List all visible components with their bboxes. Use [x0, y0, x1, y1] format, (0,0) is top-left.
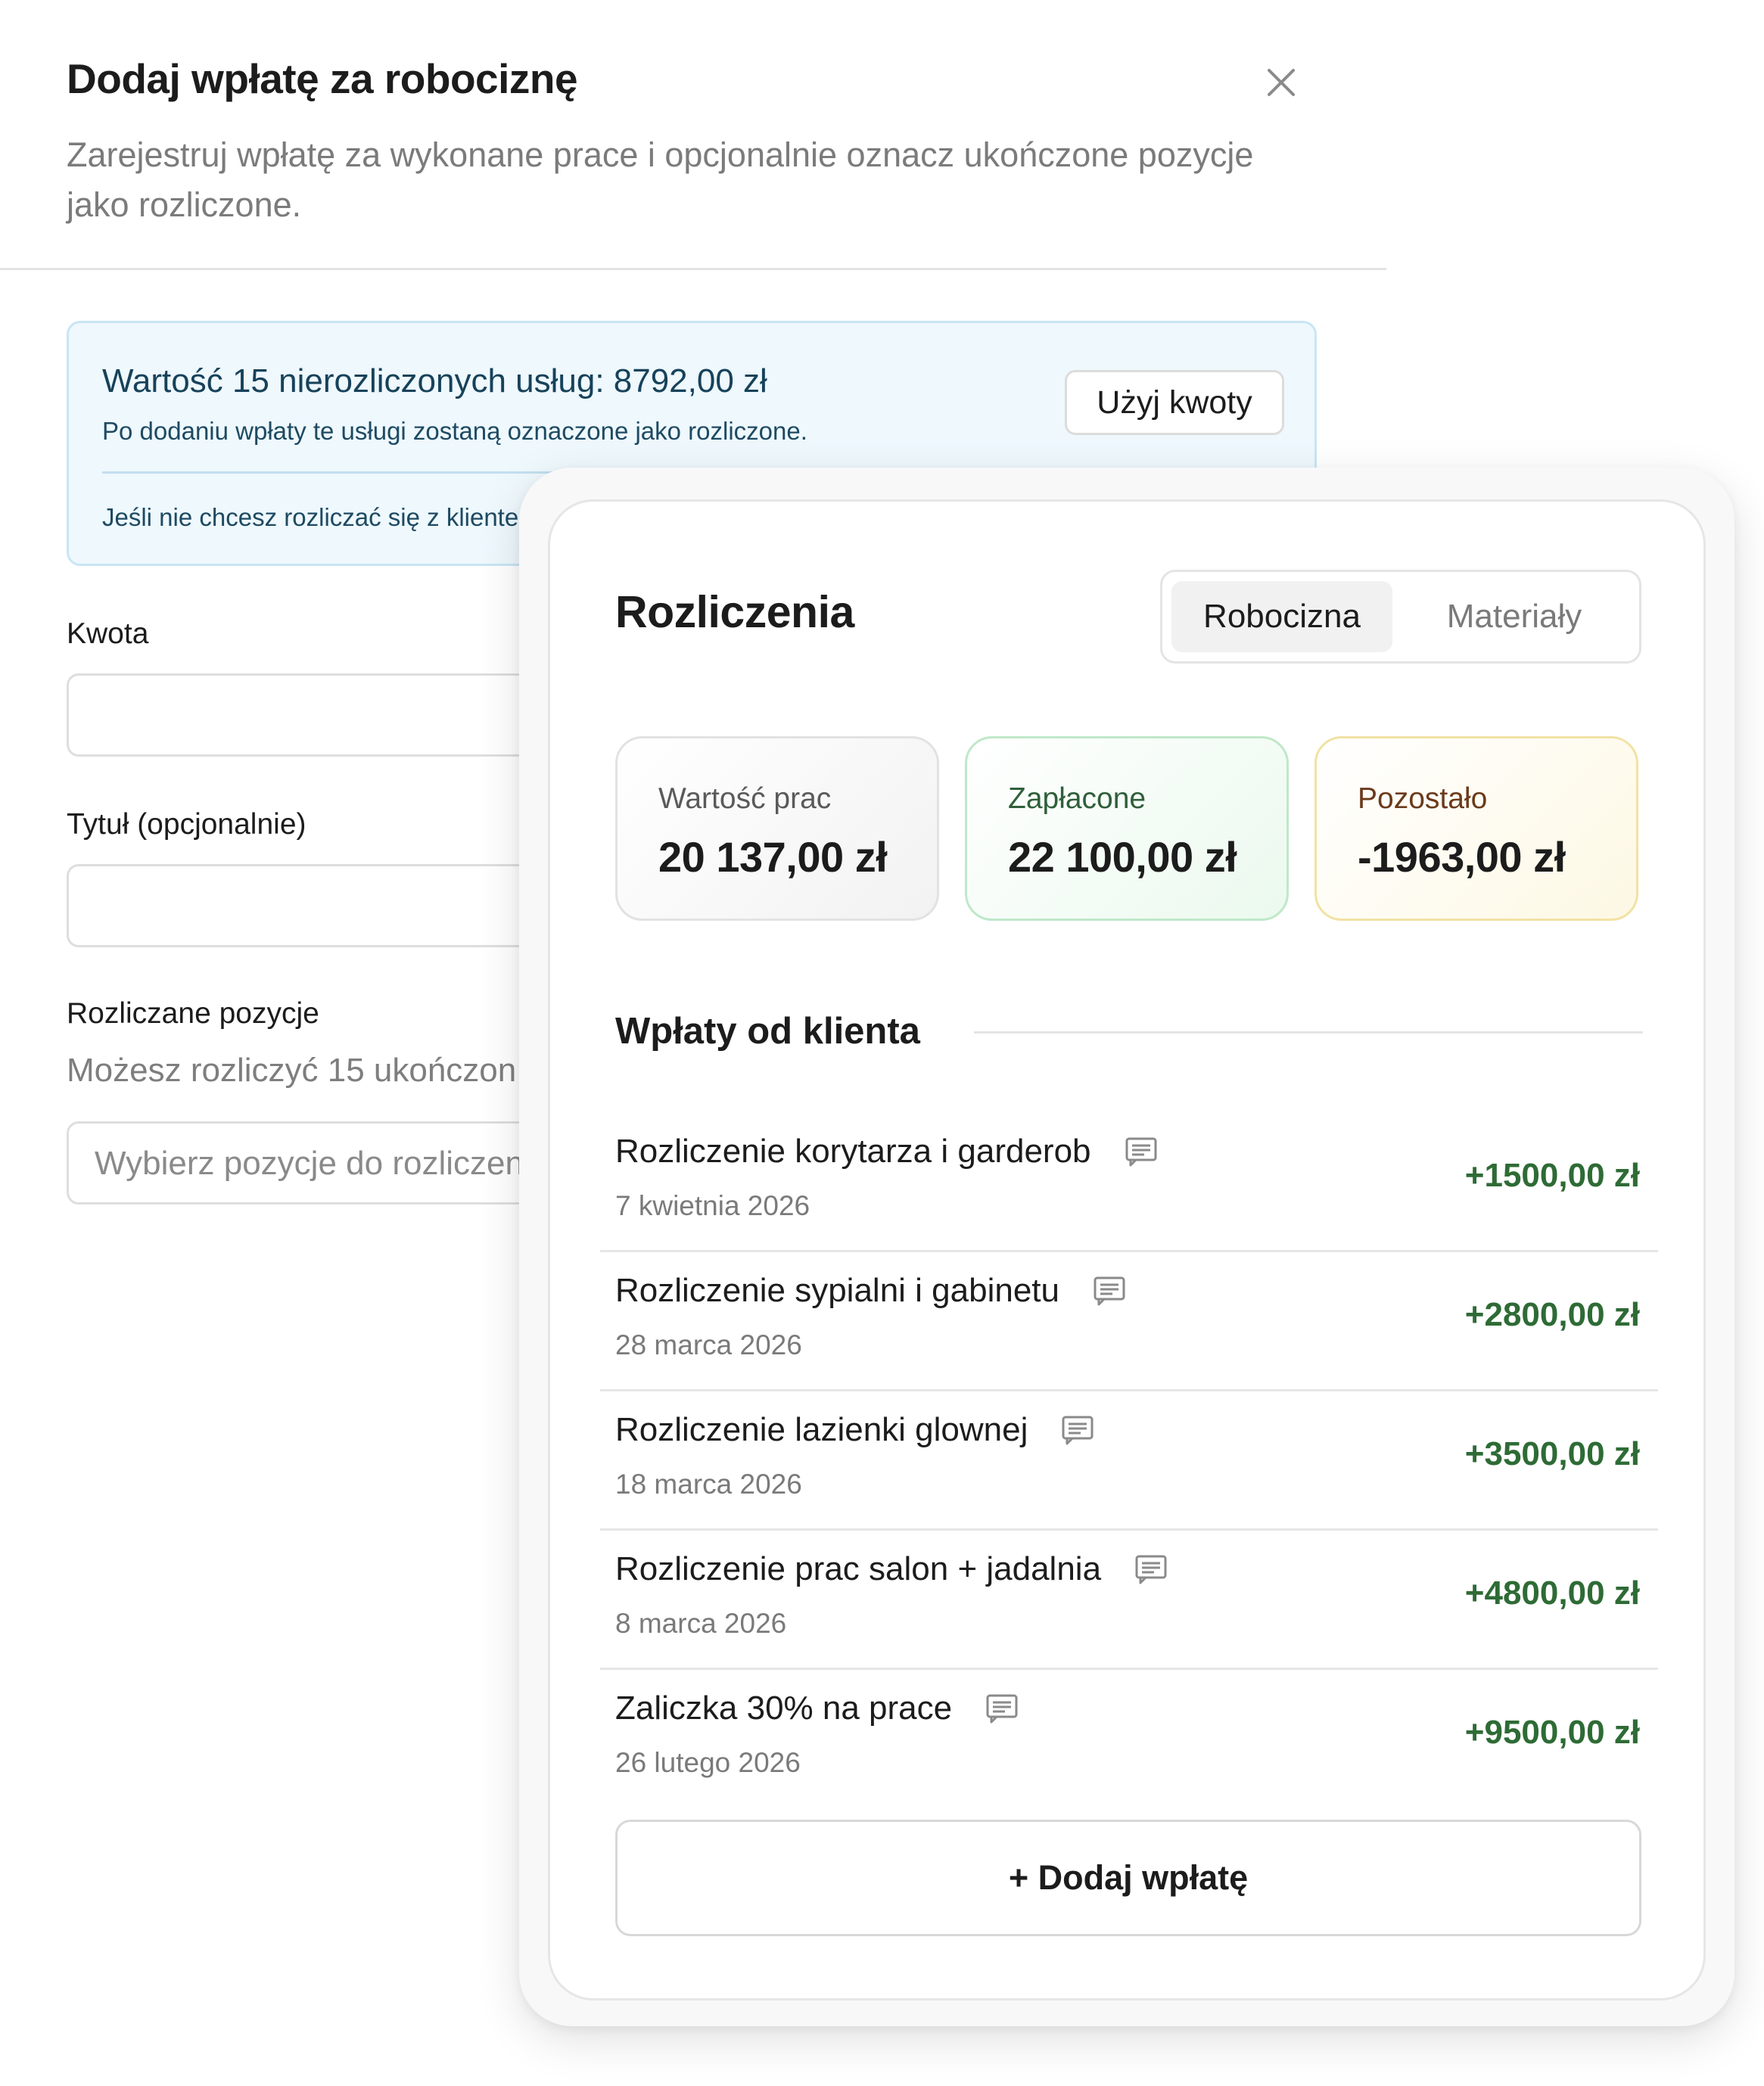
work-value-amount: 20 137,00 zł — [658, 833, 888, 881]
dialog-divider — [0, 268, 1386, 270]
unsettled-value-title: Wartość 15 nierozliczonych usług: 8792,0… — [102, 362, 767, 399]
settled-items-hint: Możesz rozliczyć 15 ukończon — [67, 1052, 517, 1089]
amount-label: Kwota — [67, 617, 149, 650]
info-note: Jeśli nie chcesz rozliczać się z kliente — [102, 503, 519, 531]
payment-date: 8 marca 2026 — [615, 1608, 787, 1639]
client-payments-title: Wpłaty od klienta — [615, 1011, 920, 1052]
payment-row[interactable]: Rozliczenie korytarza i garderob 7 kwiet… — [600, 1113, 1658, 1252]
payment-amount: +9500,00 zł — [1464, 1714, 1640, 1751]
remaining-label: Pozostało — [1358, 782, 1488, 815]
payment-amount: +2800,00 zł — [1464, 1296, 1640, 1333]
unsettled-description: Po dodaniu wpłaty te usługi zostaną ozna… — [102, 417, 807, 445]
payment-row[interactable]: Rozliczenie lazienki glownej 18 marca 20… — [600, 1391, 1658, 1531]
note-icon[interactable] — [1134, 1554, 1168, 1584]
payment-date: 28 marca 2026 — [615, 1329, 802, 1360]
add-payment-button[interactable]: + Dodaj wpłatę — [615, 1820, 1641, 1936]
note-icon[interactable] — [1125, 1136, 1158, 1167]
dialog-subtitle: Zarejestruj wpłatę za wykonane prace i o… — [67, 135, 1254, 224]
close-icon — [1268, 69, 1295, 96]
work-value-card: Wartość prac 20 137,00 zł — [615, 736, 939, 921]
close-button[interactable] — [1256, 58, 1306, 107]
work-value-label: Wartość prac — [658, 782, 832, 815]
remaining-card: Pozostało -1963,00 zł — [1314, 736, 1638, 921]
settlements-tabs: Robocizna Materiały — [1160, 570, 1641, 664]
payment-title: Rozliczenie prac salon + jadalnia — [615, 1550, 1102, 1587]
payment-title: Rozliczenie sypialni i gabinetu — [615, 1272, 1059, 1309]
note-icon[interactable] — [985, 1693, 1019, 1724]
paid-label: Zapłacone — [1008, 782, 1146, 815]
section-divider — [974, 1031, 1643, 1034]
note-icon[interactable] — [1061, 1415, 1094, 1445]
title-label: Tytuł (opcjonalnie) — [67, 808, 306, 841]
remaining-amount: -1963,00 zł — [1358, 833, 1566, 881]
payment-title: Rozliczenie korytarza i garderob — [615, 1133, 1091, 1170]
dialog-title: Dodaj wpłatę za robociznę — [67, 55, 578, 102]
payment-amount: +4800,00 zł — [1464, 1575, 1640, 1612]
payment-row[interactable]: Zaliczka 30% na prace 26 lutego 2026 +95… — [600, 1670, 1658, 1809]
tab-materials[interactable]: Materiały — [1398, 581, 1630, 652]
payment-row[interactable]: Rozliczenie sypialni i gabinetu 28 marca… — [600, 1252, 1658, 1391]
payment-date: 26 lutego 2026 — [615, 1747, 801, 1778]
payment-title: Zaliczka 30% na prace — [615, 1690, 953, 1727]
settled-items-placeholder: Wybierz pozycje do rozliczen — [95, 1145, 524, 1182]
note-icon[interactable] — [1093, 1276, 1126, 1306]
settlements-panel: Rozliczenia Robocizna Materiały Wartość … — [548, 499, 1706, 2001]
payment-row[interactable]: Rozliczenie prac salon + jadalnia 8 marc… — [600, 1531, 1658, 1670]
paid-amount: 22 100,00 zł — [1008, 833, 1237, 881]
payment-date: 7 kwietnia 2026 — [615, 1190, 810, 1221]
tab-labor[interactable]: Robocizna — [1171, 581, 1392, 652]
payment-amount: +3500,00 zł — [1464, 1435, 1640, 1472]
settled-items-label: Rozliczane pozycje — [67, 997, 319, 1030]
settlements-title: Rozliczenia — [615, 587, 854, 637]
use-amount-button[interactable]: Użyj kwoty — [1065, 370, 1284, 435]
payment-amount: +1500,00 zł — [1464, 1157, 1640, 1194]
payment-title: Rozliczenie lazienki glownej — [615, 1411, 1028, 1448]
paid-card: Zapłacone 22 100,00 zł — [965, 736, 1289, 921]
payment-date: 18 marca 2026 — [615, 1469, 802, 1500]
